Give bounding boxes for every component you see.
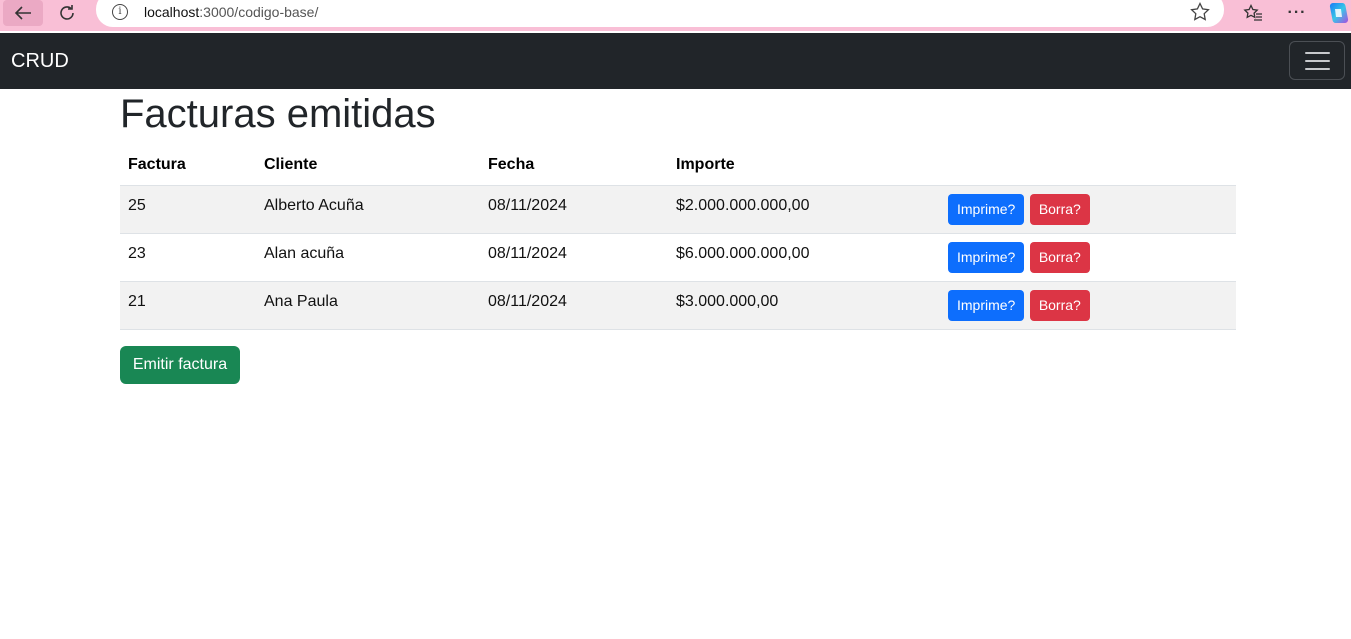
cliente-name: Alan acuña (264, 245, 345, 262)
delete-button[interactable]: Borra? (1029, 193, 1090, 225)
cell-importe: $2.000.000.000,00 (668, 185, 940, 234)
delete-button[interactable]: Borra? (1029, 241, 1090, 273)
cell-cliente: Alberto Acuña (256, 185, 480, 234)
address-bar[interactable]: i localhost:3000/codigo-base/ (96, 0, 1224, 27)
column-header-importe: Importe (668, 145, 940, 186)
cell-importe: $6.000.000.000,00 (668, 233, 940, 282)
url-host: localhost (144, 4, 200, 20)
importe-amount: $2.000.000.000,00 (676, 197, 810, 214)
back-button[interactable] (3, 0, 43, 26)
factura-number: 25 (128, 197, 146, 214)
arrow-left-icon (14, 6, 31, 20)
cell-actions: Imprime? Borra? (940, 233, 1236, 282)
table-header-row: Factura Cliente Fecha Importe (120, 145, 1236, 186)
fecha-date: 08/11/2024 (488, 293, 567, 310)
page-title: Facturas emitidas (120, 92, 436, 136)
hamburger-icon-line (1304, 67, 1330, 70)
fecha-date: 08/11/2024 (488, 197, 567, 214)
importe-amount: $3.000.000,00 (676, 293, 779, 310)
hamburger-icon-line (1304, 51, 1330, 54)
delete-button[interactable]: Borra? (1029, 289, 1090, 321)
invoices-table: Factura Cliente Fecha Importe 25 Alberto… (120, 145, 1236, 330)
cell-cliente: Alan acuña (256, 233, 480, 282)
cell-fecha: 08/11/2024 (480, 185, 668, 234)
print-button[interactable]: Imprime? (948, 193, 1025, 225)
favorites-list-icon[interactable] (1238, 2, 1268, 24)
print-button[interactable]: Imprime? (948, 289, 1025, 321)
factura-number: 21 (128, 293, 146, 310)
cell-fecha: 08/11/2024 (480, 281, 668, 330)
cell-actions: Imprime? Borra? (940, 281, 1236, 330)
navbar-toggler-button[interactable] (1289, 41, 1345, 80)
cell-cliente: Ana Paula (256, 281, 480, 330)
app-navbar: CRUD (0, 33, 1351, 89)
print-button[interactable]: Imprime? (948, 241, 1025, 273)
browser-toolbar: i localhost:3000/codigo-base/ ··· (0, 0, 1351, 31)
hamburger-icon-line (1304, 59, 1330, 62)
column-header-fecha: Fecha (480, 145, 668, 186)
cell-factura: 25 (120, 185, 256, 234)
info-icon[interactable]: i (112, 4, 128, 20)
cell-importe: $3.000.000,00 (668, 281, 940, 330)
factura-number: 23 (128, 245, 146, 262)
column-header-actions (940, 145, 1236, 186)
emit-invoice-button[interactable]: Emitir factura (120, 346, 240, 384)
table-row: 23 Alan acuña 08/11/2024 $6.000.000.000,… (120, 233, 1236, 282)
cell-factura: 23 (120, 233, 256, 282)
column-header-cliente: Cliente (256, 145, 480, 186)
cell-factura: 21 (120, 281, 256, 330)
column-header-factura: Factura (120, 145, 256, 186)
cliente-name: Alberto Acuña (264, 197, 364, 214)
cell-fecha: 08/11/2024 (480, 233, 668, 282)
reload-icon (60, 5, 74, 20)
navbar-brand[interactable]: CRUD (11, 50, 69, 73)
url-text[interactable]: localhost:3000/codigo-base/ (144, 4, 318, 20)
url-path: :3000/codigo-base/ (199, 4, 319, 20)
more-options-icon[interactable]: ··· (1282, 2, 1312, 24)
cell-actions: Imprime? Borra? (940, 185, 1236, 234)
favorite-star-icon[interactable] (1190, 2, 1210, 26)
reload-button[interactable] (47, 0, 87, 26)
fecha-date: 08/11/2024 (488, 245, 567, 262)
table-row: 21 Ana Paula 08/11/2024 $3.000.000,00 Im… (120, 281, 1236, 330)
cliente-name: Ana Paula (264, 293, 338, 310)
importe-amount: $6.000.000.000,00 (676, 245, 810, 262)
copilot-icon[interactable] (1323, 2, 1351, 24)
table-row: 25 Alberto Acuña 08/11/2024 $2.000.000.0… (120, 185, 1236, 234)
